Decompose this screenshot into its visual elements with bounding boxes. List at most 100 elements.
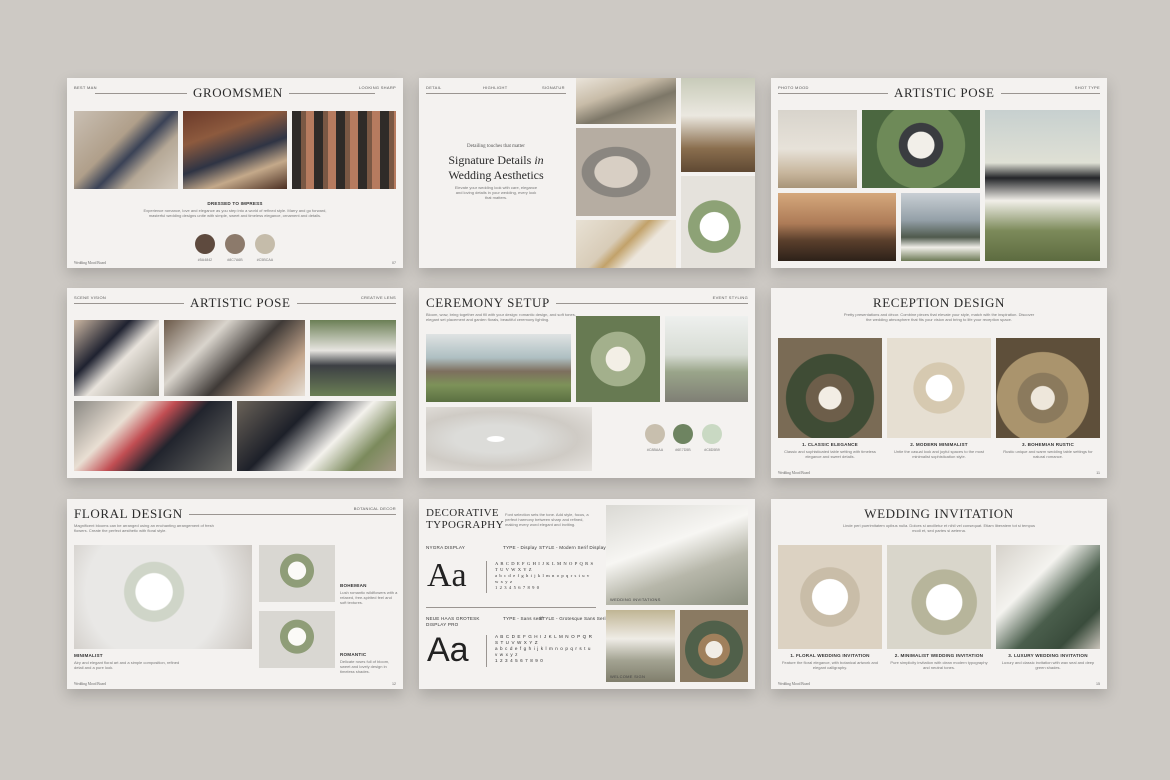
- kicker: Detailing touches that matter: [467, 144, 525, 149]
- font1-style: STYLE - Modern Serif Display: [539, 545, 606, 550]
- swatch-1: [645, 424, 665, 444]
- slide-floral-design[interactable]: FLORAL DESIGN BOTANICAL DECOR Magnificen…: [67, 499, 403, 689]
- font2-digits: 1 2 3 4 5 6 7 8 9 0: [495, 658, 544, 663]
- footer: Wedding Mood Board: [74, 261, 107, 265]
- photo-groom-bride-1: [74, 320, 159, 396]
- title-in: in: [534, 153, 544, 167]
- photo-groomsmen-group: [183, 111, 287, 189]
- romantic-caption: ROMANTIC: [340, 652, 367, 657]
- photo-field-couple: [985, 110, 1100, 261]
- card-2-text: Pure simplicity invitation with clean mo…: [890, 660, 988, 671]
- right-label: BOTANICAL DECOR: [353, 506, 396, 511]
- page-number: 11: [1096, 471, 1100, 475]
- photo-welcome-sign: [606, 610, 675, 682]
- swatch-2-hex: #8C7A6B: [227, 258, 243, 262]
- slide-artistic-pose-1[interactable]: PHOTO MOOD ARTISTIC POSE SHOT TYPE: [771, 78, 1107, 268]
- photo-luxury-invitation: [996, 545, 1100, 649]
- font2-lower: a b c d e f g h i j k l m n o p q r s t …: [495, 646, 592, 657]
- left-label: BEST MAN: [74, 85, 97, 90]
- slide-decorative-typography[interactable]: DECORATIVE TYPOGRAPHY Font selection set…: [419, 499, 755, 689]
- label-highlight: HIGHLIGHT: [483, 85, 508, 90]
- slide-artistic-pose-2[interactable]: SCENE VISION ARTISTIC POSE CREATIVE LENS: [67, 288, 403, 478]
- caption: DRESSED TO IMPRESS: [207, 201, 263, 206]
- right-label: EVENT STYLING: [712, 295, 748, 300]
- minimalist-caption: MINIMALIST: [74, 653, 103, 658]
- photo-sunset-couple: [778, 193, 896, 261]
- photo-romantic-bouquet: [259, 611, 335, 668]
- title-text: Signature Details: [448, 153, 532, 167]
- label-detail: DETAIL: [426, 85, 442, 90]
- font2-specimen: Aa: [427, 631, 469, 669]
- swatch-1: [195, 234, 215, 254]
- left-label: SCENE VISION: [74, 295, 107, 300]
- body-text: Bloom, wow, bring together and fill with…: [426, 312, 576, 323]
- swatch-3-hex: #C8D5B9: [704, 448, 720, 452]
- photo-cake: [681, 78, 755, 172]
- font1-type: TYPE - Display: [503, 545, 537, 550]
- body-text: Magnificent blooms can be arranged using…: [74, 523, 214, 534]
- slide-title: ARTISTIC POSE: [888, 85, 1001, 101]
- label-signatur: SIGNATUR: [542, 85, 565, 90]
- photo-floral-arch: [862, 110, 980, 188]
- slide-wedding-invitation[interactable]: WEDDING INVITATION Linde peri puerimitat…: [771, 499, 1107, 689]
- photo-bride-bouquet: [74, 545, 252, 649]
- swatch-1-hex: #5A4842: [197, 258, 213, 262]
- romantic-text: Delicate roses full of bloom, sweet and …: [340, 659, 390, 675]
- swatch-2-hex: #6E7D5B: [675, 448, 691, 452]
- photo-minimalist-table: [887, 338, 991, 438]
- slide-ceremony-setup[interactable]: CEREMONY SETUP EVENT STYLING Bloom, wow,…: [419, 288, 755, 478]
- specimen-divider-1: [486, 561, 487, 593]
- photo-car-couple: [74, 401, 232, 471]
- slide-signature-details[interactable]: DETAIL HIGHLIGHT SIGNATUR Detailing touc…: [419, 78, 755, 268]
- font1-specimen: Aa: [427, 557, 467, 594]
- photo-floral-arrangement: [576, 316, 660, 402]
- title-line-2: Wedding Aesthetics: [448, 168, 544, 182]
- left-label: PHOTO MOOD: [778, 85, 809, 90]
- slide-title: RECEPTION DESIGN: [872, 295, 1005, 310]
- title-rule: [175, 514, 396, 515]
- body-text: Experience romance, love and elegance as…: [143, 208, 327, 219]
- slide-title: GROOMSMEN: [187, 85, 289, 101]
- bohemian-text: Lush romantic wildflowers with a relaxed…: [340, 590, 398, 606]
- slide-title: CEREMONY SETUP: [420, 295, 556, 311]
- header-rule: [426, 93, 566, 94]
- font1-digits: 1 2 3 4 5 6 7 8 9 0: [495, 585, 540, 590]
- photo-celebration: [164, 320, 305, 396]
- font2-name-2: DISPLAY PRO: [426, 622, 459, 627]
- page-number: 07: [392, 261, 396, 265]
- card-3-text: Rustic unique and warm wedding table set…: [1003, 449, 1093, 460]
- font2-name-1: NEUE HAAS GROTESK: [426, 616, 480, 621]
- slide-groomsmen[interactable]: BEST MAN GROOMSMEN LOOKING SHARP DRESSED…: [67, 78, 403, 268]
- card-2-caption: 2. MINIMALIST WEDDING INVITATION: [894, 653, 984, 658]
- slide-title: ARTISTIC POSE: [184, 295, 297, 311]
- photo-wedding-invitations: [606, 505, 748, 605]
- slide-title: WEDDING INVITATION: [864, 506, 1014, 521]
- minimalist-text: Airy and elegant floral art and a simple…: [74, 660, 180, 671]
- bohemian-caption: BOHEMIAN: [340, 583, 367, 588]
- right-label: CREATIVE LENS: [360, 295, 396, 300]
- photo-mountain-couple: [901, 193, 980, 261]
- photo-classic-table: [778, 338, 882, 438]
- body-text: Linde peri puerimitatem opibus nulla. Do…: [842, 523, 1036, 534]
- specimen-divider-2: [486, 635, 487, 667]
- photo-place-setting: [680, 610, 748, 682]
- photo-lakeside-ceremony: [426, 334, 571, 402]
- font1-lower: a b c d e f g h i j k l m n o p q r s t …: [495, 573, 590, 584]
- swatch-3: [255, 234, 275, 254]
- photo-rings: [576, 220, 676, 268]
- right-label: SHOT TYPE: [1074, 85, 1100, 90]
- photo-shoes: [576, 128, 676, 216]
- font2-style: STYLE - Grotesque Sans Serif: [539, 616, 608, 621]
- photo-groomsmen-legs: [292, 111, 396, 189]
- font1-name: NYGRA DISPLAY: [426, 545, 466, 550]
- card-3-caption: 3. LUXURY WEDDING INVITATION: [1008, 653, 1088, 658]
- footer: Wedding Mood Board: [74, 682, 107, 686]
- page-number: 12: [392, 682, 396, 686]
- title-line-1: Signature Details in: [426, 153, 566, 168]
- font2-type: TYPE - Sans serif: [503, 616, 543, 621]
- slide-reception-design[interactable]: RECEPTION DESIGN Pretty presentations an…: [771, 288, 1107, 478]
- title-rule: [539, 303, 748, 304]
- right-label: LOOKING SHARP: [358, 85, 396, 90]
- photo-beach-couple: [778, 110, 857, 188]
- card-1-caption: 1. CLASSIC ELEGANCE: [802, 442, 858, 447]
